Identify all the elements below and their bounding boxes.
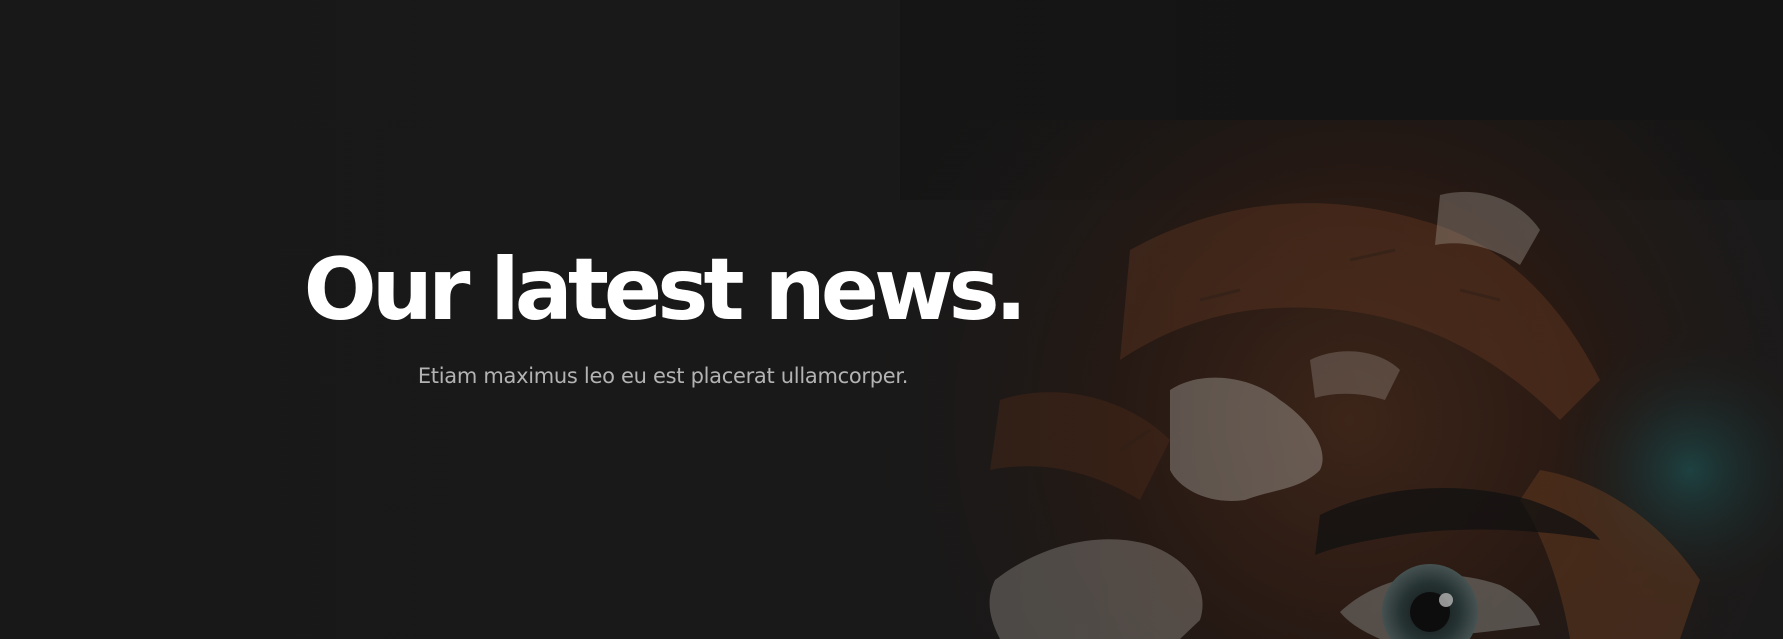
hero-title: Our latest news. xyxy=(303,240,1028,340)
hero-section: Our latest news. Etiam maximus leo eu es… xyxy=(0,0,1783,639)
hero-content: Our latest news. Etiam maximus leo eu es… xyxy=(0,240,1326,390)
hero-subtitle: Etiam maximus leo eu est placerat ullamc… xyxy=(417,364,909,388)
